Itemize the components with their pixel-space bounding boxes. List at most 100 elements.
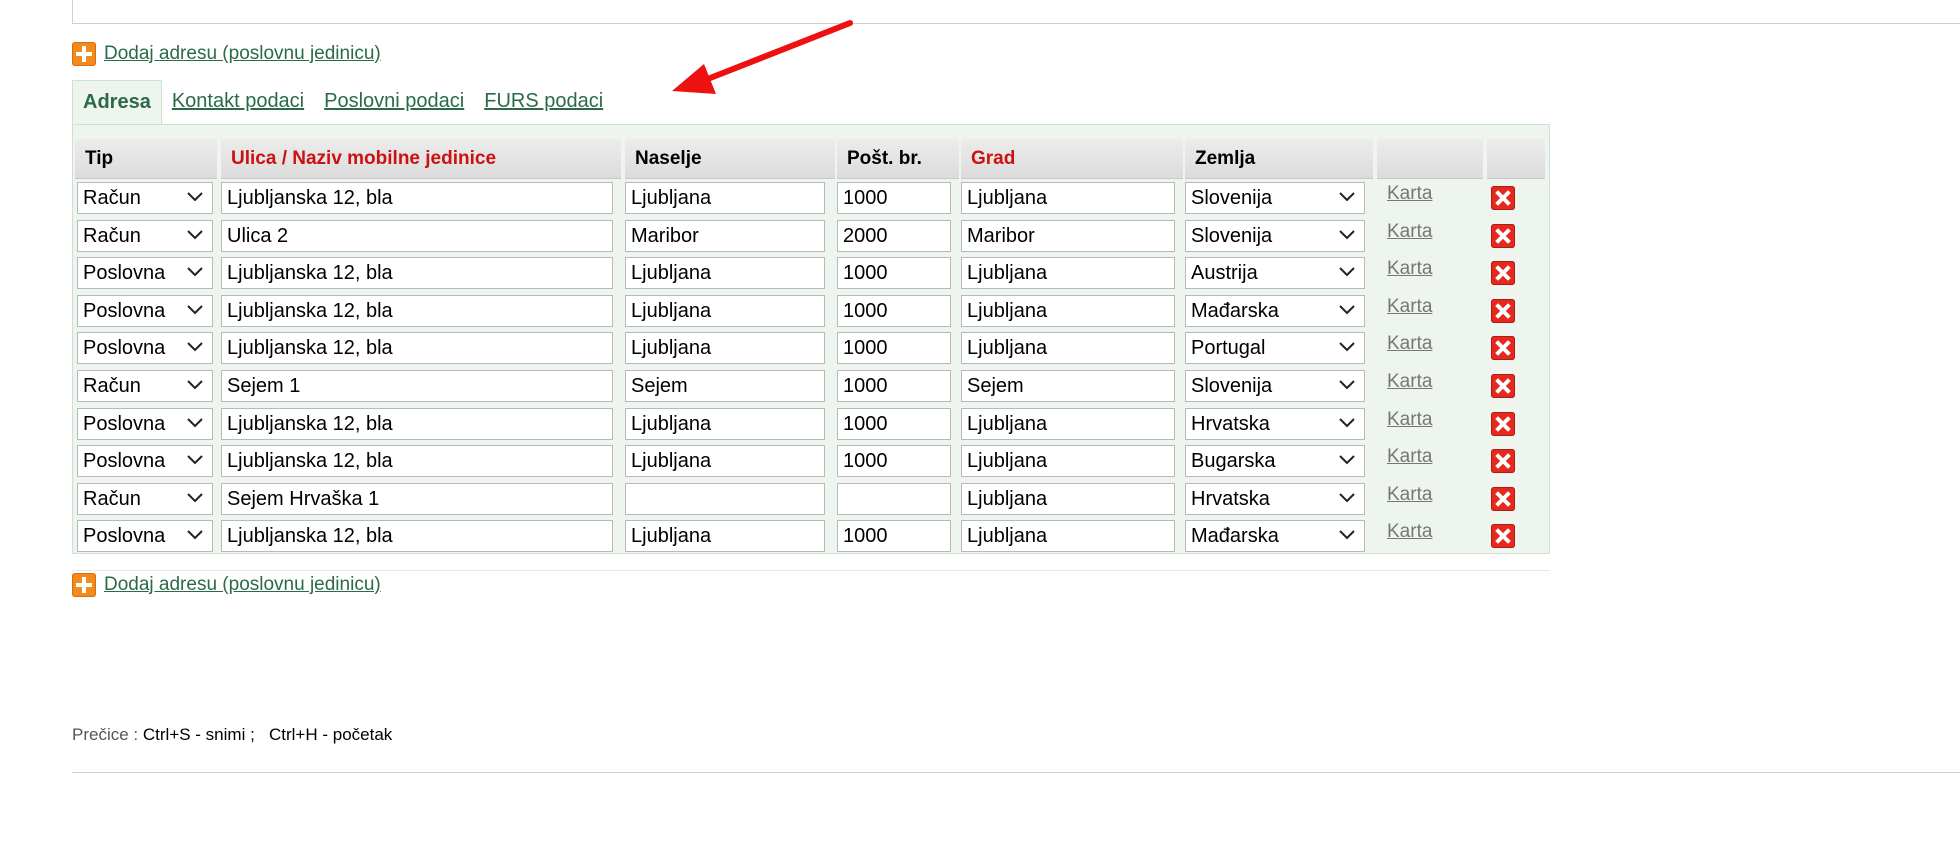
map-link[interactable]: Karta	[1387, 258, 1432, 280]
post-input[interactable]	[837, 482, 951, 515]
ulica-input[interactable]: Ljubljanska 12, bla	[221, 445, 613, 478]
tip-select[interactable]: Račun	[77, 182, 213, 214]
post-input[interactable]: 1000	[837, 182, 951, 214]
grad-input[interactable]: Maribor	[961, 219, 1175, 252]
ulica-input[interactable]: Ljubljanska 12, bla	[221, 520, 613, 553]
tip-select[interactable]: Poslovna	[77, 520, 213, 553]
grad-input[interactable]: Ljubljana	[961, 182, 1175, 214]
grad-input[interactable]: Ljubljana	[961, 407, 1175, 440]
tip-select[interactable]: Poslovna	[77, 445, 213, 478]
table-row: Račun Sejem Hrvaška 1 Ljubljana Hrvatska Kar…	[73, 480, 1549, 516]
zemlja-select[interactable]: Slovenija	[1185, 182, 1365, 214]
naselje-input[interactable]: Ljubljana	[625, 445, 825, 478]
post-input[interactable]: 1000	[837, 257, 951, 290]
delete-icon[interactable]	[1491, 486, 1515, 511]
chevron-down-icon	[1339, 530, 1355, 540]
ulica-input[interactable]: Sejem Hrvaška 1	[221, 482, 613, 515]
naselje-input[interactable]: Ljubljana	[625, 182, 825, 214]
zemlja-select[interactable]: Hrvatska	[1185, 407, 1365, 440]
naselje-input[interactable]: Maribor	[625, 219, 825, 252]
delete-icon[interactable]	[1491, 223, 1515, 248]
zemlja-select[interactable]: Portugal	[1185, 332, 1365, 365]
zemlja-value: Slovenija	[1191, 187, 1273, 209]
ulica-input[interactable]: Ljubljanska 12, bla	[221, 332, 613, 365]
zemlja-select[interactable]: Slovenija	[1185, 219, 1365, 252]
naselje-input[interactable]: Sejem	[625, 370, 825, 402]
zemlja-select[interactable]: Bugarska	[1185, 445, 1365, 478]
grad-input[interactable]: Sejem	[961, 370, 1175, 402]
tip-select[interactable]: Poslovna	[77, 294, 213, 327]
naselje-input[interactable]	[625, 482, 825, 515]
chevron-down-icon	[187, 229, 203, 240]
ulica-input[interactable]: Ulica 2	[221, 219, 613, 252]
map-link[interactable]: Karta	[1387, 446, 1432, 468]
ulica-input[interactable]: Ljubljanska 12, bla	[221, 407, 613, 440]
shortcut-save: Ctrl+S - snimi ;	[142, 725, 255, 744]
tip-select[interactable]: Račun	[77, 219, 213, 252]
grad-input[interactable]: Ljubljana	[961, 520, 1175, 553]
ulica-input[interactable]: Ljubljanska 12, bla	[221, 182, 613, 214]
ulica-input[interactable]: Ljubljanska 12, bla	[221, 257, 613, 290]
naselje-input[interactable]: Ljubljana	[625, 332, 825, 365]
post-input[interactable]: 2000	[837, 219, 951, 252]
tip-select[interactable]: Poslovna	[77, 407, 213, 440]
tip-value: Poslovna	[83, 412, 166, 435]
header-ulica: Ulica / Naziv mobilne jedinice	[221, 139, 621, 179]
naselje-input[interactable]: Ljubljana	[625, 257, 825, 290]
grad-input[interactable]: Ljubljana	[961, 257, 1175, 290]
chevron-down-icon	[187, 380, 203, 390]
grad-input[interactable]: Ljubljana	[961, 445, 1175, 478]
map-link[interactable]: Karta	[1387, 409, 1432, 431]
map-link[interactable]: Karta	[1387, 221, 1432, 243]
grad-input[interactable]: Ljubljana	[961, 332, 1175, 365]
zemlja-select[interactable]: Mađarska	[1185, 520, 1365, 553]
grad-input[interactable]: Ljubljana	[961, 294, 1175, 327]
tip-select[interactable]: Račun	[77, 482, 213, 515]
chevron-down-icon	[1339, 493, 1355, 503]
delete-icon[interactable]	[1491, 336, 1515, 361]
chevron-down-icon	[187, 192, 203, 202]
footer-divider	[72, 772, 1960, 773]
header-karta	[1377, 139, 1483, 179]
add-address-link-bottom[interactable]: Dodaj adresu (poslovnu jedinicu)	[72, 573, 381, 597]
zemlja-select[interactable]: Mađarska	[1185, 294, 1365, 327]
post-input[interactable]: 1000	[837, 407, 951, 440]
zemlja-select[interactable]: Slovenija	[1185, 370, 1365, 402]
delete-icon[interactable]	[1491, 298, 1515, 323]
delete-icon[interactable]	[1491, 524, 1515, 549]
ulica-input[interactable]: Ljubljanska 12, bla	[221, 294, 613, 327]
delete-icon[interactable]	[1491, 186, 1515, 210]
header-naselje: Naselje	[625, 139, 835, 179]
map-link[interactable]: Karta	[1387, 484, 1432, 506]
header-delete	[1487, 139, 1545, 179]
post-input[interactable]: 1000	[837, 370, 951, 402]
tip-select[interactable]: Poslovna	[77, 257, 213, 290]
naselje-input[interactable]: Ljubljana	[625, 520, 825, 553]
tip-value: Poslovna	[83, 299, 166, 322]
delete-icon[interactable]	[1491, 449, 1515, 474]
zemlja-select[interactable]: Hrvatska	[1185, 482, 1365, 515]
shortcut-home: Ctrl+H - početak	[268, 725, 393, 744]
header-grad: Grad	[961, 139, 1183, 179]
map-link[interactable]: Karta	[1387, 333, 1432, 355]
chevron-down-icon	[1339, 380, 1355, 390]
post-input[interactable]: 1000	[837, 445, 951, 478]
ulica-input[interactable]: Sejem 1	[221, 370, 613, 402]
map-link[interactable]: Karta	[1387, 183, 1432, 205]
post-input[interactable]: 1000	[837, 294, 951, 327]
zemlja-select[interactable]: Austrija	[1185, 257, 1365, 290]
delete-icon[interactable]	[1491, 374, 1515, 398]
tip-select[interactable]: Poslovna	[77, 332, 213, 365]
post-input[interactable]: 1000	[837, 520, 951, 553]
grad-input[interactable]: Ljubljana	[961, 482, 1175, 515]
map-link[interactable]: Karta	[1387, 371, 1432, 393]
delete-icon[interactable]	[1491, 261, 1515, 286]
map-link[interactable]: Karta	[1387, 521, 1432, 543]
chevron-down-icon	[1339, 229, 1355, 240]
map-link[interactable]: Karta	[1387, 296, 1432, 318]
tip-select[interactable]: Račun	[77, 370, 213, 402]
naselje-input[interactable]: Ljubljana	[625, 294, 825, 327]
naselje-input[interactable]: Ljubljana	[625, 407, 825, 440]
delete-icon[interactable]	[1491, 411, 1515, 436]
post-input[interactable]: 1000	[837, 332, 951, 365]
